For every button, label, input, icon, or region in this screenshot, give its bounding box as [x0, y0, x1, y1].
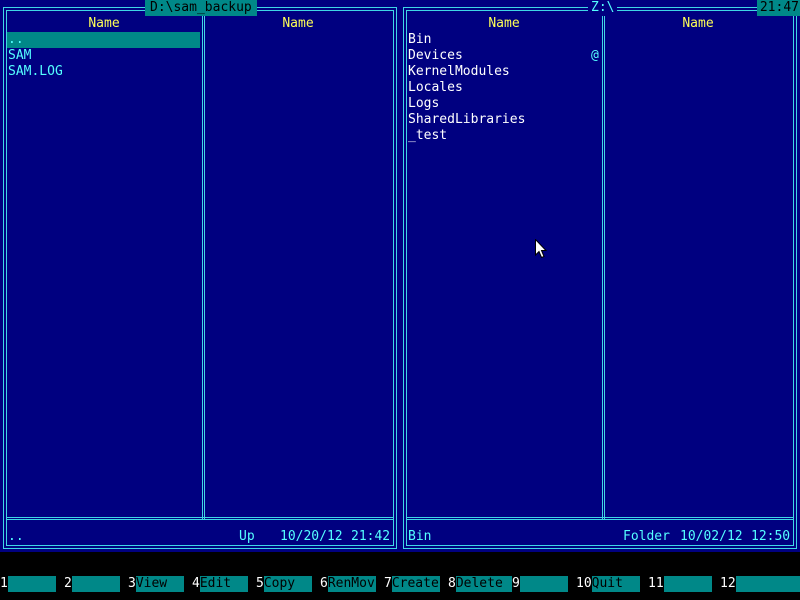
fkey-7-label: Create [391, 576, 440, 592]
left-panel-frame-inner [6, 10, 394, 546]
fkey-1[interactable]: 1 [0, 576, 56, 592]
fkey-7-create[interactable]: 7Create [384, 576, 440, 592]
fkey-4-edit[interactable]: 4Edit [192, 576, 248, 592]
right-panel-path-title[interactable]: Z:\ [588, 0, 618, 16]
right-panel-status-divider [406, 517, 794, 520]
fkey-3-label: View [135, 576, 184, 592]
right-status-time: 12:50 [751, 529, 791, 544]
fkey-5-number: 5 [256, 576, 264, 591]
fkey-2[interactable]: 2 [64, 576, 120, 592]
left-column-header-2[interactable]: Name [205, 16, 391, 32]
fkey-11[interactable]: 11 [648, 576, 712, 592]
left-panel-path-title[interactable]: D:\sam_backup [145, 0, 257, 16]
right-file-list[interactable]: Bin Devices KernelModules Locales Logs S… [407, 32, 600, 144]
fkey-10-quit[interactable]: 10Quit [576, 576, 640, 592]
far-manager-screen: D:\sam_backup Name Name .. SAM SAM.LOG .… [0, 0, 800, 600]
fkey-6-renmov[interactable]: 6RenMov [320, 576, 376, 592]
right-column-header-1[interactable]: Name [407, 16, 601, 32]
right-status-date: 10/02/12 [680, 529, 743, 544]
left-column-header-1[interactable]: Name [7, 16, 201, 32]
function-key-bar: 1 2 3View 4Edit 5Copy 6RenMov 7Create 8D… [0, 576, 800, 592]
folder-item-kernelmodules[interactable]: KernelModules [407, 64, 600, 80]
fkey-5-label: Copy [263, 576, 312, 592]
fkey-8-delete[interactable]: 8Delete [448, 576, 512, 592]
folder-item-bin[interactable]: Bin [407, 32, 600, 48]
right-panel-column-divider [602, 10, 605, 519]
mouse-pointer-icon [535, 239, 547, 259]
left-status-type: Up [239, 529, 255, 544]
folder-item-devices[interactable]: Devices [407, 48, 600, 64]
right-status-name: Bin [408, 529, 432, 544]
fkey-5-copy[interactable]: 5Copy [256, 576, 312, 592]
folder-item-locales[interactable]: Locales [407, 80, 600, 96]
left-status-time: 21:42 [351, 529, 391, 544]
fkey-12-label [735, 576, 800, 592]
right-file-panel[interactable]: Z:\ 21:47 Name Name Bin Devices KernelMo… [400, 0, 800, 552]
left-status-name: .. [8, 529, 24, 544]
folder-item-sharedlibraries[interactable]: SharedLibraries [407, 112, 600, 128]
fkey-8-number: 8 [448, 576, 456, 591]
fkey-12[interactable]: 12 [720, 576, 800, 592]
symlink-marker: @ [591, 48, 599, 63]
fkey-2-label [71, 576, 120, 592]
fkey-4-number: 4 [192, 576, 200, 591]
left-panel-status-divider [6, 517, 394, 520]
folder-item-test[interactable]: _test [407, 128, 600, 144]
fkey-9[interactable]: 9 [512, 576, 568, 592]
fkey-9-number: 9 [512, 576, 520, 591]
file-item-sam[interactable]: SAM [7, 48, 200, 64]
fkey-1-number: 1 [0, 576, 8, 591]
right-column-header-2[interactable]: Name [605, 16, 791, 32]
folder-item-logs[interactable]: Logs [407, 96, 600, 112]
left-file-panel[interactable]: D:\sam_backup Name Name .. SAM SAM.LOG .… [0, 0, 400, 552]
fkey-1-label [7, 576, 56, 592]
fkey-9-label [519, 576, 568, 592]
fkey-3-view[interactable]: 3View [128, 576, 184, 592]
left-file-list[interactable]: .. SAM SAM.LOG [7, 32, 200, 80]
fkey-10-label: Quit [591, 576, 640, 592]
fkey-6-number: 6 [320, 576, 328, 591]
file-item-parent-dir[interactable]: .. [7, 32, 200, 48]
clock: 21:47 [756, 0, 800, 16]
fkey-3-number: 3 [128, 576, 136, 591]
file-item-sam-log[interactable]: SAM.LOG [7, 64, 200, 80]
left-panel-column-divider [202, 10, 205, 519]
fkey-10-number: 10 [576, 576, 592, 591]
fkey-7-number: 7 [384, 576, 392, 591]
fkey-12-number: 12 [720, 576, 736, 591]
left-status-date: 10/20/12 [280, 529, 343, 544]
right-status-type: Folder [623, 529, 670, 544]
fkey-8-label: Delete [455, 576, 512, 592]
fkey-4-label: Edit [199, 576, 248, 592]
fkey-6-label: RenMov [327, 576, 376, 592]
fkey-2-number: 2 [64, 576, 72, 591]
fkey-11-number: 11 [648, 576, 664, 591]
fkey-11-label [663, 576, 712, 592]
